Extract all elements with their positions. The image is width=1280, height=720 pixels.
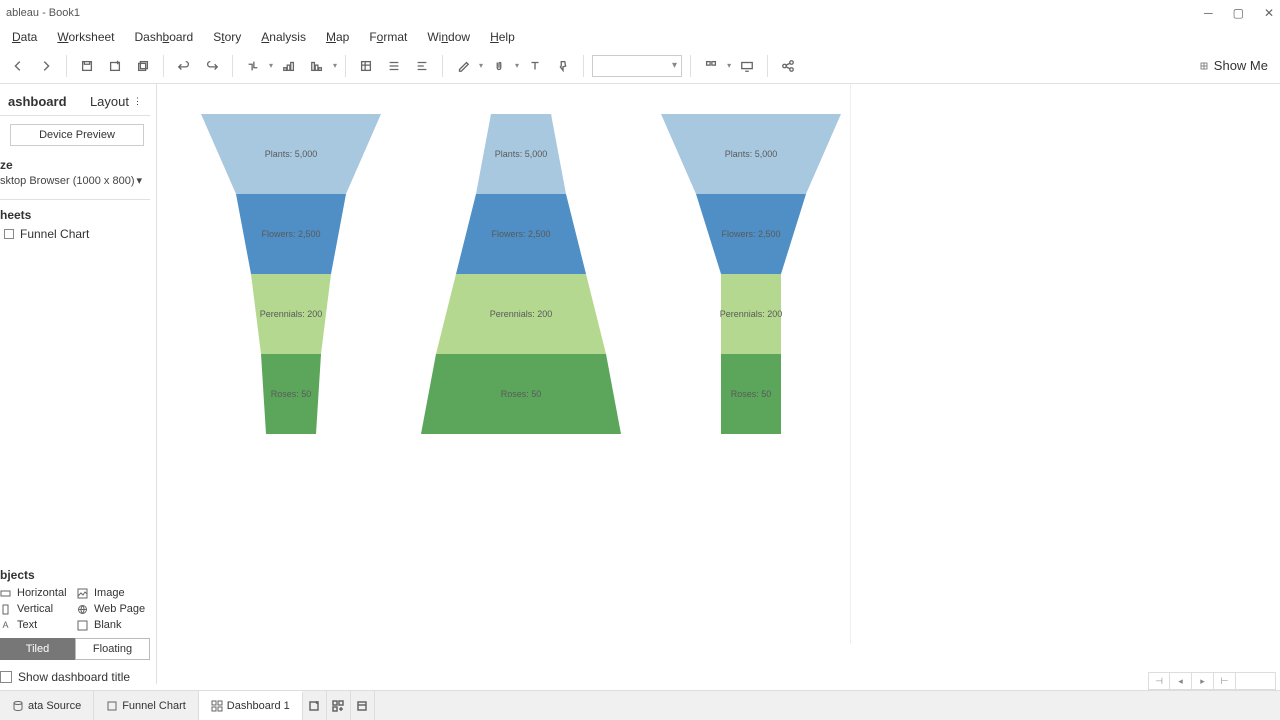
- obj-blank[interactable]: Blank: [77, 618, 150, 632]
- obj-text[interactable]: AText: [0, 618, 73, 632]
- obj-webpage[interactable]: Web Page: [77, 602, 150, 616]
- sheets-label: heets: [0, 208, 150, 222]
- svg-text:Perennials: 200: Perennials: 200: [490, 309, 553, 319]
- svg-text:Roses: 50: Roses: 50: [271, 389, 312, 399]
- sheet-funnel-chart[interactable]: Funnel Chart: [0, 224, 150, 244]
- funnel-chart-3[interactable]: Plants: 5,000 Flowers: 2,500 Perennials: 2…: [651, 114, 851, 434]
- tab-data-source[interactable]: ata Source: [0, 691, 94, 720]
- datasource-icon: [12, 700, 24, 712]
- svg-text:Flowers: 2,500: Flowers: 2,500: [491, 229, 550, 239]
- tile-toggle: Tiled Floating: [0, 638, 150, 660]
- sort-desc-button[interactable]: [305, 54, 329, 78]
- nav-first[interactable]: ⊣: [1148, 672, 1170, 690]
- present-button[interactable]: [735, 54, 759, 78]
- tab-layout[interactable]: Layout⋮: [82, 88, 150, 115]
- group-button[interactable]: [382, 54, 406, 78]
- bottom-tabs: ata Source Funnel Chart Dashboard 1: [0, 690, 1280, 720]
- menu-worksheet[interactable]: Worksheet: [49, 28, 122, 46]
- horizontal-icon: [0, 588, 11, 599]
- duplicate-button[interactable]: [131, 54, 155, 78]
- tab-dashboard1[interactable]: Dashboard 1: [199, 691, 303, 720]
- nav-next[interactable]: ▸: [1192, 672, 1214, 690]
- swap-button[interactable]: [241, 54, 265, 78]
- svg-text:Roses: 50: Roses: 50: [501, 389, 542, 399]
- menu-map[interactable]: Map: [318, 28, 357, 46]
- funnel-chart-1[interactable]: Plants: 5,000 Flowers: 2,500 Perennials: 2…: [191, 114, 391, 434]
- tab-dashboard[interactable]: ashboard: [0, 88, 75, 115]
- share-button[interactable]: [776, 54, 800, 78]
- close-icon[interactable]: ✕: [1264, 6, 1274, 20]
- menu-window[interactable]: Window: [419, 28, 478, 46]
- menubar: Data Worksheet Dashboard Story Analysis …: [0, 26, 1280, 48]
- svg-text:Perennials: 200: Perennials: 200: [720, 309, 783, 319]
- maximize-icon[interactable]: ▢: [1233, 6, 1244, 20]
- checkbox-icon: [0, 671, 12, 683]
- new-story-button[interactable]: [351, 691, 375, 720]
- redo-button[interactable]: [200, 54, 224, 78]
- undo-button[interactable]: [172, 54, 196, 78]
- worksheet-icon: [106, 700, 118, 712]
- text-icon: A: [0, 620, 11, 631]
- show-title-checkbox[interactable]: Show dashboard title: [0, 670, 150, 684]
- back-button[interactable]: [6, 54, 30, 78]
- objects-label: bjects: [0, 568, 150, 582]
- fit-dropdown[interactable]: ▾: [592, 55, 682, 77]
- obj-horizontal[interactable]: Horizontal: [0, 586, 73, 600]
- sheet-icon: [4, 229, 14, 239]
- minimize-icon[interactable]: ─: [1204, 6, 1213, 20]
- clip-button[interactable]: [487, 54, 511, 78]
- svg-text:Roses: 50: Roses: 50: [731, 389, 772, 399]
- save-button[interactable]: [75, 54, 99, 78]
- image-icon: [77, 588, 88, 599]
- window-title: ableau - Book1: [6, 7, 80, 19]
- device-preview-button[interactable]: Device Preview: [10, 124, 144, 146]
- size-label: ze: [0, 158, 150, 172]
- svg-text:Plants: 5,000: Plants: 5,000: [725, 149, 778, 159]
- svg-text:Flowers: 2,500: Flowers: 2,500: [261, 229, 320, 239]
- menu-story[interactable]: Story: [205, 28, 249, 46]
- sort-asc-button[interactable]: [277, 54, 301, 78]
- dashboard-area[interactable]: Plants: 5,000 Flowers: 2,500 Perennials: 2…: [161, 84, 851, 644]
- nav-slider[interactable]: [1236, 672, 1276, 690]
- nav-last[interactable]: ⊢: [1214, 672, 1236, 690]
- dashboard-icon: [211, 700, 223, 712]
- svg-text:Plants: 5,000: Plants: 5,000: [495, 149, 548, 159]
- totals-button[interactable]: [354, 54, 378, 78]
- funnel-chart-2[interactable]: Plants: 5,000 Flowers: 2,500 Perennials: 2…: [421, 114, 621, 434]
- show-me-button[interactable]: Show Me: [1192, 58, 1274, 73]
- toolbar: ▾ ▾ ▾ ▾ ▾ ▾ Show Me: [0, 48, 1280, 84]
- blank-icon: [77, 620, 88, 631]
- pin-button[interactable]: [551, 54, 575, 78]
- titlebar: ableau - Book1 ─ ▢ ✕: [0, 0, 1280, 26]
- sidebar: ashboard Layout⋮ Device Preview ze sktop…: [0, 84, 157, 684]
- menu-data[interactable]: Data: [4, 28, 45, 46]
- new-data-button[interactable]: [103, 54, 127, 78]
- new-worksheet-button[interactable]: [303, 691, 327, 720]
- size-selector[interactable]: sktop Browser (1000 x 800)▾: [0, 174, 150, 187]
- view-cards-button[interactable]: [699, 54, 723, 78]
- text-button[interactable]: [523, 54, 547, 78]
- new-dashboard-button[interactable]: [327, 691, 351, 720]
- menu-format[interactable]: Format: [361, 28, 415, 46]
- menu-help[interactable]: Help: [482, 28, 523, 46]
- floating-button[interactable]: Floating: [75, 638, 150, 660]
- menu-dashboard[interactable]: Dashboard: [127, 28, 202, 46]
- obj-image[interactable]: Image: [77, 586, 150, 600]
- nav-prev[interactable]: ◂: [1170, 672, 1192, 690]
- globe-icon: [77, 604, 88, 615]
- canvas: Plants: 5,000 Flowers: 2,500 Perennials: 2…: [157, 84, 1280, 684]
- forward-button[interactable]: [34, 54, 58, 78]
- vertical-icon: [0, 604, 11, 615]
- svg-text:Plants: 5,000: Plants: 5,000: [265, 149, 318, 159]
- tab-funnel-chart[interactable]: Funnel Chart: [94, 691, 199, 720]
- obj-vertical[interactable]: Vertical: [0, 602, 73, 616]
- svg-text:Flowers: 2,500: Flowers: 2,500: [721, 229, 780, 239]
- menu-analysis[interactable]: Analysis: [253, 28, 314, 46]
- svg-text:Perennials: 200: Perennials: 200: [260, 309, 323, 319]
- labels-button[interactable]: [410, 54, 434, 78]
- nav-buttons: ⊣ ◂ ▸ ⊢: [1148, 672, 1276, 690]
- tiled-button[interactable]: Tiled: [0, 638, 75, 660]
- highlight-button[interactable]: [451, 54, 475, 78]
